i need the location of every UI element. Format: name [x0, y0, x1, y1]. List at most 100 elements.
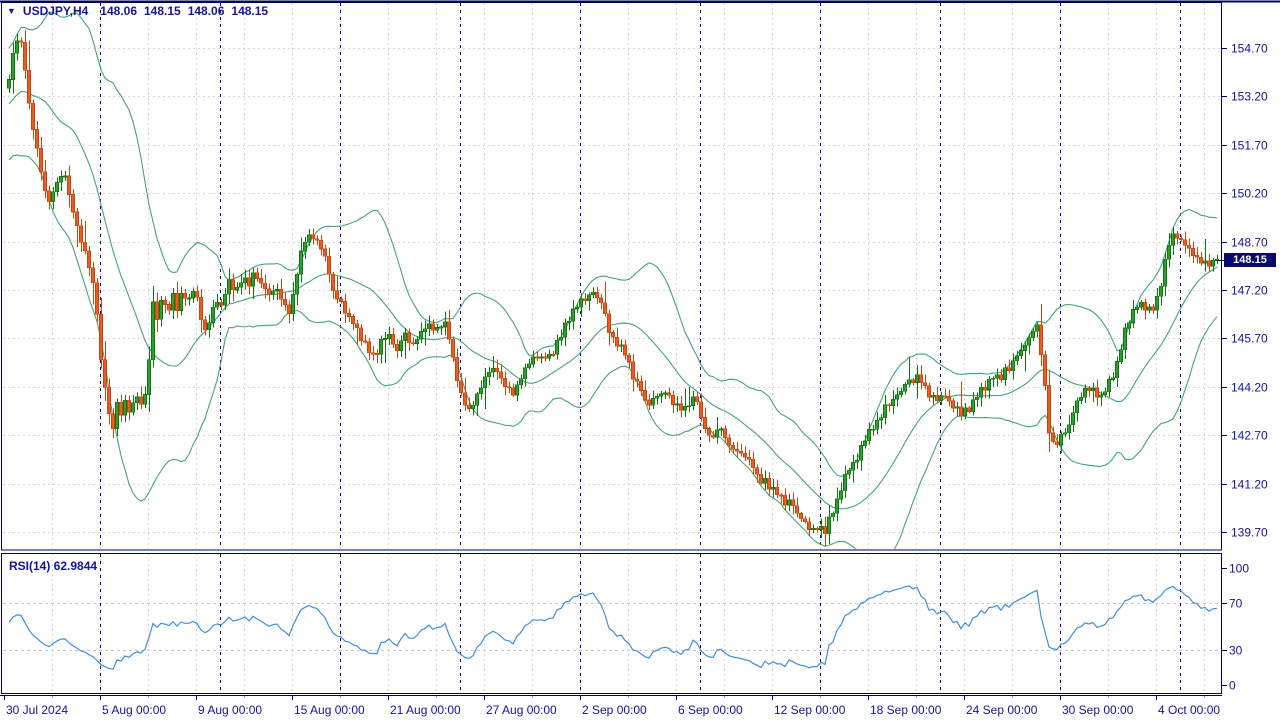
candle-body — [983, 386, 987, 391]
collapse-arrow-icon[interactable]: ▼ — [7, 6, 16, 16]
time-axis-label: 2 Sep 00:00 — [582, 703, 647, 717]
price-axis-label: 147.20 — [1231, 284, 1268, 298]
candle-body — [375, 353, 379, 356]
price-axis-label: 144.20 — [1231, 381, 1268, 395]
candle-body — [655, 395, 659, 399]
candle-body — [1163, 258, 1167, 287]
candles — [7, 30, 1219, 546]
candle-body — [295, 274, 299, 295]
rsi-level-lines — [3, 603, 1221, 651]
candle-body — [299, 250, 303, 275]
rsi-axis-labels: 100 70 30 0 — [1229, 562, 1249, 693]
candle-body — [163, 300, 167, 305]
candle-body — [319, 240, 323, 250]
week-separators — [100, 3, 1181, 693]
candle-body — [895, 394, 899, 400]
candle-body — [339, 298, 343, 302]
candle-body — [595, 291, 599, 299]
candle-body — [647, 399, 651, 406]
rsi-line — [8, 585, 1218, 670]
candle-body — [47, 190, 51, 203]
candle-body — [1067, 424, 1071, 434]
candle-body — [703, 417, 707, 429]
candle-body — [495, 367, 499, 373]
candle-body — [171, 293, 175, 311]
candle-body — [35, 129, 39, 149]
candle-body — [27, 69, 31, 104]
candle-body — [1019, 350, 1023, 357]
candle-body — [803, 518, 807, 522]
candle-body — [1143, 301, 1147, 311]
candle-body — [1199, 256, 1203, 264]
chart-title: ▼ USDJPY,H4 148.06 148.15 148.06 148.15 — [7, 4, 275, 18]
candle-body — [447, 321, 451, 340]
candle-body — [111, 413, 115, 429]
candle-body — [523, 367, 527, 379]
candle-body — [579, 298, 583, 308]
candle-body — [1003, 367, 1007, 380]
price-axis-label: 141.20 — [1231, 478, 1268, 492]
candle-body — [343, 301, 347, 314]
candle-body — [1099, 394, 1103, 398]
candle-body — [1023, 344, 1027, 351]
time-axis-label: 24 Sep 00:00 — [966, 703, 1038, 717]
candle-body — [851, 462, 855, 471]
candle-body — [439, 326, 443, 329]
candle-body — [479, 387, 483, 394]
candle-body — [891, 398, 895, 407]
candle-body — [455, 356, 459, 381]
candle-body — [355, 323, 359, 328]
candle-body — [483, 376, 487, 389]
candle-body — [787, 499, 791, 506]
candle-body — [963, 407, 967, 416]
candle-body — [747, 456, 751, 460]
candle-body — [743, 453, 747, 458]
candle-body — [735, 448, 739, 452]
candle-body — [827, 516, 831, 535]
candle-body — [167, 304, 171, 311]
candle-body — [1211, 259, 1215, 267]
candle-body — [943, 395, 947, 398]
price-axis-label: 154.70 — [1231, 42, 1268, 56]
candle-body — [691, 396, 695, 406]
candle-body — [607, 313, 611, 333]
candle-body — [31, 103, 35, 130]
time-axis-label: 6 Sep 00:00 — [678, 703, 743, 717]
candle-body — [1147, 306, 1151, 311]
candle-body — [1111, 377, 1115, 380]
candle-body — [871, 428, 875, 431]
candle-body — [15, 40, 19, 54]
candle-body — [811, 528, 815, 530]
candle-body — [39, 147, 43, 173]
candle-body — [63, 175, 67, 178]
candle-body — [731, 444, 735, 450]
candle-body — [303, 241, 307, 252]
candle-body — [859, 445, 863, 461]
quote-open: 148.06 — [100, 4, 137, 18]
candle-body — [635, 379, 639, 382]
candle-body — [947, 395, 951, 402]
bollinger-bands — [8, 11, 1218, 549]
candle-body — [155, 301, 159, 320]
candle-body — [1123, 327, 1127, 350]
candle-body — [835, 498, 839, 514]
candle-body — [139, 396, 143, 405]
candle-body — [55, 182, 59, 192]
candle-body — [967, 407, 971, 413]
candle-body — [1095, 387, 1099, 398]
time-axis-label: 27 Aug 00:00 — [486, 703, 557, 717]
candle-body — [395, 343, 399, 351]
candle-body — [1115, 361, 1119, 379]
candle-body — [879, 417, 883, 421]
candle-body — [347, 313, 351, 317]
candle-body — [255, 272, 259, 279]
time-axis-label: 30 Jul 2024 — [6, 703, 68, 717]
candle-body — [799, 513, 803, 520]
candle-body — [451, 339, 455, 358]
candle-body — [95, 282, 99, 315]
candle-body — [491, 367, 495, 373]
symbol-period-label: USDJPY,H4 — [22, 4, 89, 18]
candle-body — [715, 429, 719, 438]
chart-canvas[interactable]: 154.70 153.20 151.70 150.20 148.70 147.20 145.… — [0, 0, 1280, 720]
candle-body — [147, 359, 151, 395]
